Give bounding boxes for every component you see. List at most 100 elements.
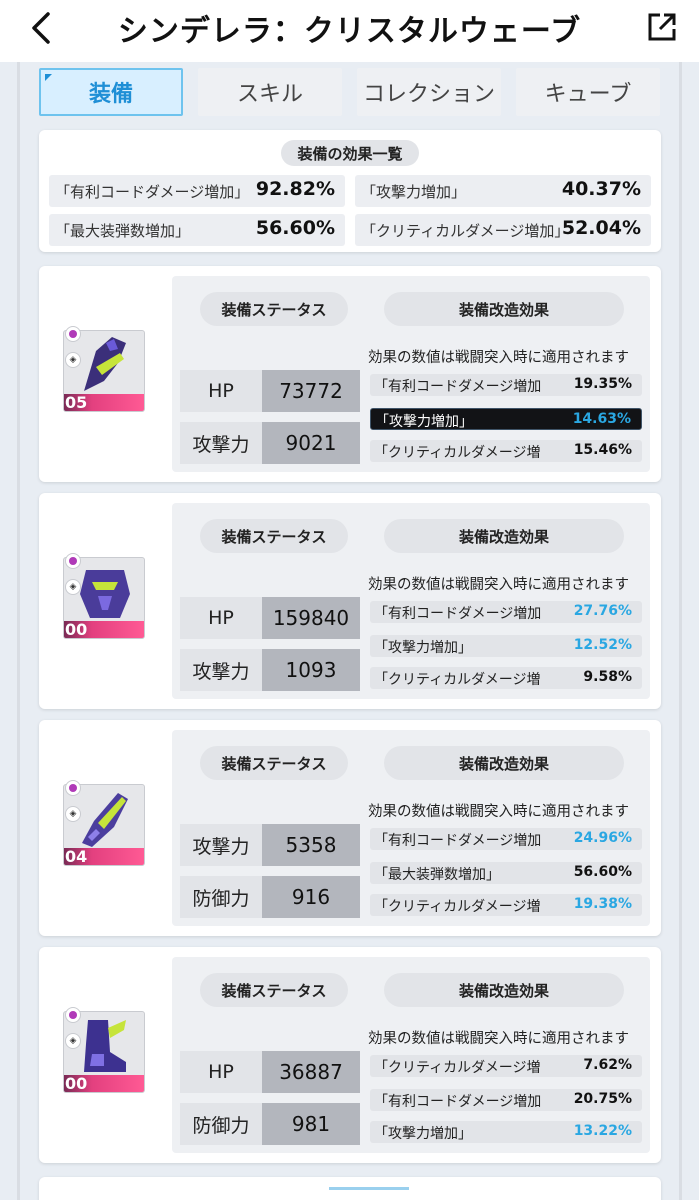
stat-value: 1093 [262,649,360,691]
effect-value: 19.35% [573,376,632,392]
effect-value: 14.63% [572,411,631,427]
rank-badge-icon [65,780,81,796]
equipment-level: 00 [65,620,88,639]
tab-cube[interactable]: キューブ [516,68,660,116]
class-badge-icon: ◈ [65,352,81,368]
stat-row: 攻撃力 1093 [180,649,360,691]
class-badge-icon: ◈ [65,579,81,595]
summary-heading: 装備の効果一覧 [281,140,419,166]
status-heading: 装備ステータス [200,746,348,780]
rank-badge-icon [65,553,81,569]
equipment-card[interactable]: 05 ◈ 装備ステータス 装備改造効果 効果の数値は戦闘突入時に適用されます H… [39,266,661,482]
effect-heading: 装備改造効果 [384,973,624,1007]
effect-row: 「有利コードダメージ増加 20.75% [370,1089,642,1111]
tab-skill[interactable]: スキル [198,68,342,116]
equipment-detail-panel: 装備ステータス 装備改造効果 効果の数値は戦闘突入時に適用されます HP 368… [172,957,650,1153]
effect-value: 7.62% [583,1057,632,1073]
effect-value: 9.58% [583,669,632,685]
effect-label: 「クリティカルダメージ増 [374,1060,541,1076]
next-card-partial [39,1177,661,1200]
summary-item-label: 「最大装弾数増加」 [55,222,191,240]
effect-label: 「クリティカルダメージ増 [374,445,541,461]
stat-label: 防御力 [180,1103,262,1145]
status-heading: 装備ステータス [200,973,348,1007]
effect-value: 27.76% [573,603,632,619]
stat-value: 159840 [262,597,360,639]
status-heading: 装備ステータス [200,519,348,553]
equipment-card[interactable]: 00 ◈ 装備ステータス 装備改造効果 効果の数値は戦闘突入時に適用されます H… [39,947,661,1163]
effect-value: 24.96% [573,830,632,846]
rank-badge-icon [65,1007,81,1023]
effect-row: 「攻撃力増加」 12.52% [370,635,642,657]
rank-badge-icon [65,326,81,342]
back-arrow-icon[interactable] [26,10,56,46]
summary-item-value: 56.60% [255,217,335,239]
tab-equipment[interactable]: 装備 [39,68,183,116]
effect-row: 「クリティカルダメージ増 19.38% [370,894,642,916]
summary-item-label: 「攻撃力増加」 [361,183,467,201]
effect-label: 「攻撃力増加」 [375,414,473,430]
stat-row: HP 73772 [180,370,360,412]
stat-label: HP [180,1051,262,1093]
effect-label: 「有利コードダメージ増加 [374,1094,542,1110]
summary-item-label: 「クリティカルダメージ増加」 [361,222,561,240]
stat-row: 防御力 916 [180,876,360,918]
effect-label: 「最大装弾数増加」 [374,867,500,883]
equipment-image: 05 [63,330,145,412]
stat-row: 攻撃力 5358 [180,824,360,866]
tab-collection[interactable]: コレクション [357,68,501,116]
effect-note: 効果の数値は戦闘突入時に適用されます [368,1031,629,1047]
stat-row: HP 159840 [180,597,360,639]
effect-row: 「最大装弾数増加」 56.60% [370,862,642,884]
equipment-level: 05 [65,393,88,412]
effect-heading: 装備改造効果 [384,292,624,326]
effect-row: 「有利コードダメージ増加 24.96% [370,828,642,850]
tab-bar: 装備 スキル コレクション キューブ [39,68,661,116]
effect-heading: 装備改造効果 [384,519,624,553]
summary-item: 「クリティカルダメージ増加」 52.04% [355,214,651,246]
stat-row: 防御力 981 [180,1103,360,1145]
effects-summary-card: 装備の効果一覧 「有利コードダメージ増加」 92.82% 「攻撃力増加」 40.… [39,130,661,252]
summary-item: 「有利コードダメージ増加」 92.82% [49,175,345,207]
equipment-detail-panel: 装備ステータス 装備改造効果 効果の数値は戦闘突入時に適用されます HP 159… [172,503,650,699]
effect-label: 「有利コードダメージ増加 [374,379,542,395]
effect-value: 20.75% [573,1091,632,1107]
left-rail [17,62,20,1200]
right-rail [679,62,682,1200]
gauntlet-icon [84,337,126,391]
stat-value: 916 [262,876,360,918]
summary-item: 「攻撃力増加」 40.37% [355,175,651,207]
effect-value: 12.52% [573,637,632,653]
boots-icon [84,1020,126,1072]
effect-label: 「攻撃力増加」 [374,640,472,656]
summary-item-value: 92.82% [255,178,335,200]
equipment-detail-panel: 装備ステータス 装備改造効果 効果の数値は戦闘突入時に適用されます HP 737… [172,276,650,472]
effect-row: 「クリティカルダメージ増 15.46% [370,440,642,462]
stat-row: HP 36887 [180,1051,360,1093]
stat-value: 5358 [262,824,360,866]
cut-off-text [329,1187,409,1193]
summary-item-label: 「有利コードダメージ増加」 [55,183,250,201]
effect-note: 効果の数値は戦闘突入時に適用されます [368,804,629,820]
effect-label: 「クリティカルダメージ増 [374,899,541,915]
stat-value: 981 [262,1103,360,1145]
equipment-image: 00 [63,557,145,639]
effect-label: 「攻撃力増加」 [374,1126,472,1142]
equipment-card[interactable]: 00 ◈ 装備ステータス 装備改造効果 効果の数値は戦闘突入時に適用されます H… [39,493,661,709]
equipment-level: 00 [65,1074,88,1093]
external-link-icon[interactable] [647,12,677,42]
effect-row: 「クリティカルダメージ増 7.62% [370,1055,642,1077]
effect-heading: 装備改造効果 [384,746,624,780]
effect-row-highlighted: 「攻撃力増加」 14.63% [370,408,642,430]
summary-item: 「最大装弾数増加」 56.60% [49,214,345,246]
effect-row: 「有利コードダメージ増加 19.35% [370,374,642,396]
equipment-detail-panel: 装備ステータス 装備改造効果 効果の数値は戦闘突入時に適用されます 攻撃力 53… [172,730,650,926]
arm-guard-icon [82,793,128,847]
effect-value: 19.38% [573,896,632,912]
equipment-level: 04 [65,847,88,866]
effect-row: 「有利コードダメージ増加 27.76% [370,601,642,623]
equipment-card[interactable]: 04 ◈ 装備ステータス 装備改造効果 効果の数値は戦闘突入時に適用されます 攻… [39,720,661,936]
stat-label: 攻撃力 [180,649,262,691]
stat-label: 攻撃力 [180,422,262,464]
effect-row: 「クリティカルダメージ増 9.58% [370,667,642,689]
